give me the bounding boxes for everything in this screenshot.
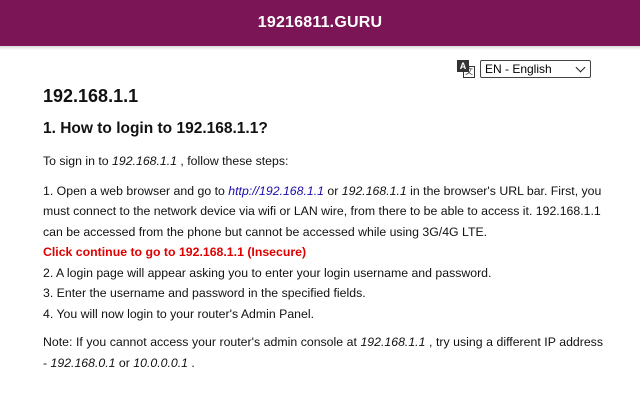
chevron-down-icon [575, 62, 586, 73]
step-4: 4. You will now login to your router's A… [43, 306, 314, 321]
continue-insecure-link[interactable]: Click continue to go to 192.168.1.1 (Ins… [43, 242, 603, 263]
note-paragraph: Note: If you cannot access your router's… [43, 335, 603, 370]
language-select-value: EN - English [485, 62, 552, 76]
step-2: 2. A login page will appear asking you t… [43, 265, 492, 280]
note-ip-1: 192.168.1.1 [360, 335, 426, 349]
step-1: 1. Open a web browser and go to http://1… [43, 183, 602, 239]
article-content: 192.168.1.1 1. How to login to 192.168.1… [43, 84, 603, 373]
router-url-link[interactable]: http://192.168.1.1 [228, 184, 324, 198]
section-title: 1. How to login to 192.168.1.1? [43, 120, 268, 137]
intro-ip: 192.168.1.1 [112, 154, 178, 168]
note-ip-3: 10.0.0.0.1 [133, 355, 188, 370]
site-title[interactable]: 19216811.GURU [258, 14, 382, 32]
header-shadow [0, 46, 640, 50]
step1-ip: 192.168.1.1 [341, 183, 407, 198]
page-title: 192.168.1.1 [43, 86, 139, 106]
language-switcher: 文 A EN - English [457, 60, 591, 78]
language-select[interactable]: EN - English [480, 60, 591, 78]
note-ip-2: 192.168.0.1 [50, 355, 116, 370]
intro-paragraph: To sign in to 192.168.1.1 , follow these… [43, 154, 289, 168]
step-3: 3. Enter the username and password in th… [43, 286, 366, 300]
site-header: 19216811.GURU [0, 0, 640, 46]
translate-icon: 文 A [457, 60, 475, 78]
